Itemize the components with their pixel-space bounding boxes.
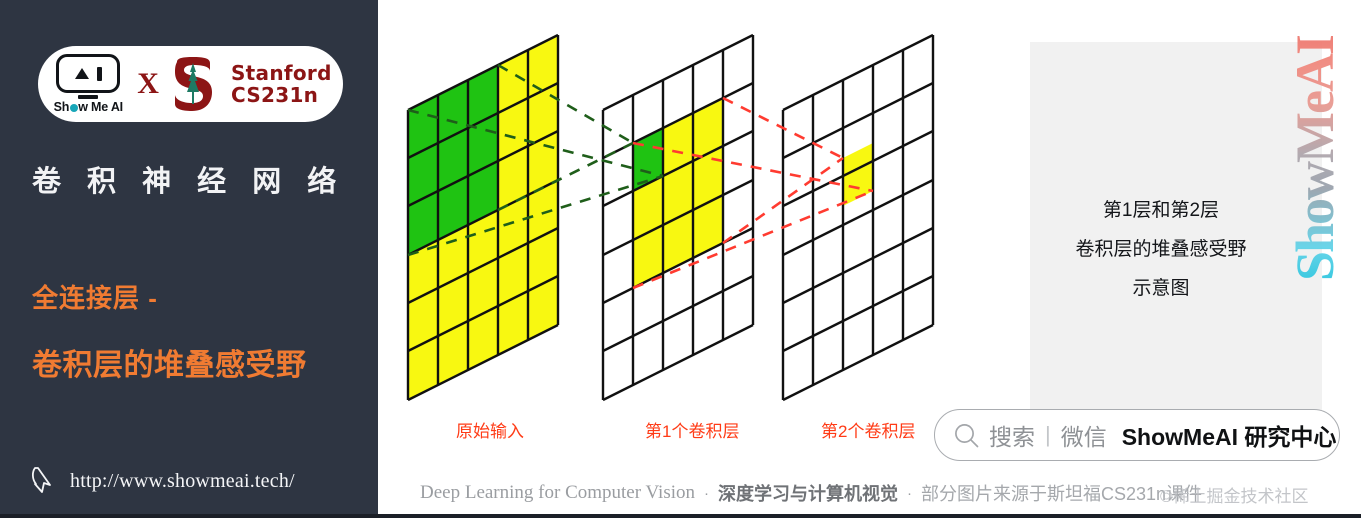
footer-chinese: 深度学习与计算机视觉	[718, 484, 898, 504]
showmeai-logo: Sh w Me AI	[49, 54, 127, 114]
bottom-divider	[0, 514, 1361, 518]
layer-conv1-grid	[601, 33, 755, 402]
robot-stand-icon	[78, 95, 99, 99]
footer-english: Deep Learning for Computer Vision	[420, 482, 695, 503]
mouse-cursor-icon	[31, 467, 51, 493]
stanford-line-2: CS231n	[230, 83, 319, 107]
receptive-field-diagram	[406, 33, 935, 402]
footer-dot-1: ·	[704, 484, 709, 502]
layer-label-conv1: 第1个卷积层	[645, 422, 740, 441]
search-icon	[955, 423, 979, 447]
site-url-text: http://www.showmeai.tech/	[70, 469, 295, 492]
layer-label-input: 原始输入	[456, 422, 524, 441]
stanford-tree-icon	[169, 56, 217, 112]
site-watermark: ©稀土掘金技术社区	[1160, 487, 1309, 506]
search-brand: ShowMeAI 研究中心	[1121, 424, 1337, 450]
logo-badge: Sh w Me AI X Stanford CS231n	[38, 46, 343, 122]
subtitle-line-2: 卷积层的堆叠感受野	[32, 349, 307, 382]
note-text: 第1层和第2层 卷积层的堆叠感受野 示意图	[1030, 192, 1292, 309]
wechat-search-bar[interactable]: 搜索 | 微信 ShowMeAI 研究中心	[934, 409, 1340, 461]
cross-label: X	[137, 67, 159, 100]
search-placeholder: 搜索	[989, 424, 1035, 450]
site-url-row[interactable]: http://www.showmeai.tech/	[30, 465, 295, 497]
search-source: 微信	[1060, 424, 1107, 450]
stanford-line-1: Stanford	[230, 60, 332, 85]
layer-input-grid	[406, 33, 560, 402]
note-panel: 第1层和第2层 卷积层的堆叠感受野 示意图	[1030, 42, 1322, 414]
note-line-1: 第1层和第2层	[1102, 200, 1220, 221]
layer-label-conv2: 第2个卷积层	[821, 422, 916, 441]
note-line-3: 示意图	[1132, 277, 1190, 299]
note-line-2: 卷积层的堆叠感受野	[1075, 238, 1247, 260]
page-title: 卷 积 神 经 网 络	[32, 166, 346, 198]
stanford-course-text: Stanford CS231n	[230, 60, 332, 107]
robot-face-icon	[56, 54, 121, 93]
subtitle-line-1: 全连接层 -	[32, 283, 158, 313]
showmeai-wordmark: Sh w Me AI	[53, 100, 123, 114]
sidebar: Sh w Me AI X Stanford CS231n 卷 积 神 经 网 络 …	[0, 0, 378, 518]
footer-dot-2: ·	[907, 484, 912, 502]
slide-root: Sh w Me AI X Stanford CS231n 卷 积 神 经 网 络 …	[0, 0, 1361, 518]
search-divider: |	[1045, 422, 1051, 447]
page-subtitle: 全连接层 - 卷积层的堆叠感受野	[32, 285, 362, 381]
showmeai-vertical-brand: ShowMeAI	[1285, 36, 1345, 282]
